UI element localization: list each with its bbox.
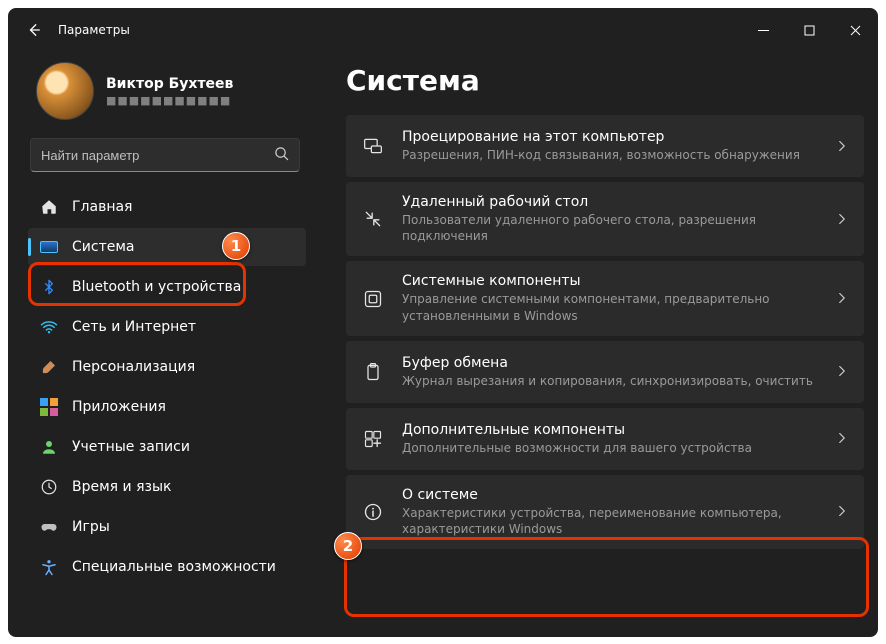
maximize-button[interactable]	[786, 8, 832, 52]
card-about[interactable]: О системе Характеристики устройства, пер…	[346, 475, 864, 549]
search-box[interactable]	[30, 138, 300, 172]
user-email: ■■■■■■■■■■■	[106, 94, 233, 107]
nav-item-time[interactable]: Время и язык	[28, 468, 306, 506]
window-title: Параметры	[58, 23, 130, 37]
nav-label: Специальные возможности	[72, 559, 276, 575]
settings-list: Проецирование на этот компьютер Разрешен…	[346, 115, 864, 549]
chevron-right-icon	[836, 289, 848, 308]
card-title: Проецирование на этот компьютер	[402, 129, 818, 145]
chevron-right-icon	[836, 429, 848, 448]
chevron-right-icon	[836, 502, 848, 521]
info-icon	[362, 502, 384, 522]
nav-label: Приложения	[72, 399, 166, 415]
search-input[interactable]	[41, 148, 274, 163]
nav-item-system[interactable]: Система	[28, 228, 306, 266]
gamepad-icon	[40, 518, 58, 536]
nav-item-gaming[interactable]: Игры	[28, 508, 306, 546]
nav-label: Система	[72, 239, 134, 255]
main-pane: Система Проецирование на этот компьютер …	[316, 52, 878, 637]
brush-icon	[40, 358, 58, 376]
project-icon	[362, 136, 384, 156]
settings-window: Параметры Виктор Бухтеев ■■■■■■■■■■■	[8, 8, 878, 637]
annotation-badge-1: 1	[222, 232, 250, 260]
card-desc: Характеристики устройства, переименовани…	[402, 505, 818, 537]
card-clipboard[interactable]: Буфер обмена Журнал вырезания и копирова…	[346, 341, 864, 403]
accessibility-icon	[40, 558, 58, 576]
nav-label: Bluetooth и устройства	[72, 279, 241, 295]
display-icon	[40, 238, 58, 256]
nav-item-accessibility[interactable]: Специальные возможности	[28, 548, 306, 586]
nav: Главная Система Bluetooth и устройства	[28, 188, 306, 586]
card-title: Дополнительные компоненты	[402, 422, 818, 438]
card-system-components[interactable]: Системные компоненты Управление системны…	[346, 261, 864, 335]
search-icon	[274, 146, 289, 165]
card-optional-features[interactable]: Дополнительные компоненты Дополнительные…	[346, 408, 864, 470]
nav-label: Время и язык	[72, 479, 171, 495]
nav-item-network[interactable]: Сеть и Интернет	[28, 308, 306, 346]
nav-item-accounts[interactable]: Учетные записи	[28, 428, 306, 466]
card-title: О системе	[402, 487, 818, 503]
clock-globe-icon	[40, 478, 58, 496]
user-name: Виктор Бухтеев	[106, 76, 233, 92]
nav-label: Главная	[72, 199, 132, 215]
components-icon	[362, 289, 384, 309]
chevron-right-icon	[836, 362, 848, 381]
user-block[interactable]: Виктор Бухтеев ■■■■■■■■■■■	[28, 60, 306, 134]
nav-item-home[interactable]: Главная	[28, 188, 306, 226]
card-title: Удаленный рабочий стол	[402, 194, 818, 210]
card-title: Буфер обмена	[402, 355, 818, 371]
nav-item-bluetooth[interactable]: Bluetooth и устройства	[28, 268, 306, 306]
bluetooth-icon	[40, 278, 58, 296]
sidebar: Виктор Бухтеев ■■■■■■■■■■■ Главная	[8, 52, 316, 637]
clipboard-icon	[362, 362, 384, 382]
remote-icon	[362, 209, 384, 229]
nav-label: Игры	[72, 519, 110, 535]
card-desc: Пользователи удаленного рабочего стола, …	[402, 212, 818, 244]
wifi-icon	[40, 318, 58, 336]
card-title: Системные компоненты	[402, 273, 818, 289]
optional-icon	[362, 429, 384, 449]
chevron-right-icon	[836, 137, 848, 156]
person-icon	[40, 438, 58, 456]
card-desc: Журнал вырезания и копирования, синхрони…	[402, 373, 818, 389]
home-icon	[40, 198, 58, 216]
avatar	[36, 62, 94, 120]
minimize-button[interactable]	[740, 8, 786, 52]
nav-label: Сеть и Интернет	[72, 319, 196, 335]
window-controls	[740, 8, 878, 52]
annotation-badge-2: 2	[334, 532, 362, 560]
nav-item-apps[interactable]: Приложения	[28, 388, 306, 426]
page-title: Система	[346, 64, 864, 97]
card-desc: Разрешения, ПИН-код связывания, возможно…	[402, 147, 818, 163]
titlebar: Параметры	[8, 8, 878, 52]
chevron-right-icon	[836, 210, 848, 229]
card-projecting[interactable]: Проецирование на этот компьютер Разрешен…	[346, 115, 864, 177]
card-remote-desktop[interactable]: Удаленный рабочий стол Пользователи удал…	[346, 182, 864, 256]
nav-item-personalization[interactable]: Персонализация	[28, 348, 306, 386]
apps-icon	[40, 398, 58, 416]
close-button[interactable]	[832, 8, 878, 52]
card-desc: Управление системными компонентами, пред…	[402, 291, 818, 323]
card-desc: Дополнительные возможности для вашего ус…	[402, 440, 818, 456]
nav-label: Учетные записи	[72, 439, 190, 455]
back-button[interactable]	[24, 23, 44, 37]
nav-label: Персонализация	[72, 359, 195, 375]
